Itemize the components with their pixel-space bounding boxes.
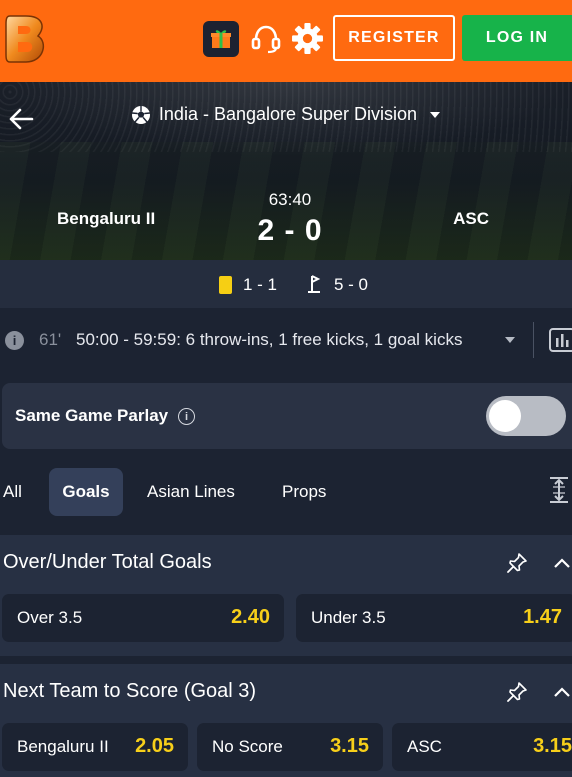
login-button[interactable]: LOG IN: [462, 15, 572, 61]
collapse-all-icon[interactable]: [548, 476, 570, 504]
chevron-up-icon[interactable]: [553, 557, 571, 569]
soccer-ball-icon: [131, 105, 150, 124]
league-selector[interactable]: India - Bangalore Super Division: [0, 104, 572, 125]
corners-count: 5 - 0: [334, 275, 369, 294]
gear-icon[interactable]: [291, 22, 324, 55]
odds-value: 3.15: [533, 735, 572, 757]
odds-value: 2.40: [231, 606, 270, 628]
chevron-up-icon[interactable]: [553, 686, 571, 698]
toggle-knob: [489, 400, 521, 432]
page: REGISTER LOG IN India - Bangalore Super …: [0, 0, 572, 777]
pin-icon[interactable]: [506, 552, 528, 574]
odds-label: Bengaluru II: [17, 737, 109, 756]
yellow-cards-count: 1 - 1: [243, 275, 278, 294]
odds-label: Over 3.5: [17, 608, 83, 627]
info-icon[interactable]: i: [178, 408, 195, 425]
market-title: Next Team to Score (Goal 3): [3, 680, 257, 702]
league-name: India - Bangalore Super Division: [158, 104, 418, 124]
commentary-text: 50:00 - 59:59: 6 throw-ins, 1 free kicks…: [76, 330, 463, 349]
brand-logo[interactable]: [4, 12, 48, 66]
headset-icon[interactable]: [250, 22, 282, 54]
odds-value: 3.15: [330, 735, 369, 757]
divider: [533, 322, 534, 358]
chevron-down-icon[interactable]: [504, 336, 516, 344]
gift-icon[interactable]: [203, 21, 239, 57]
corner-flag-icon: [308, 275, 321, 293]
odds-label: ASC: [407, 737, 442, 756]
commentary-minute: 61': [39, 330, 62, 349]
pin-icon[interactable]: [506, 681, 528, 703]
same-game-parlay-toggle[interactable]: [486, 396, 566, 436]
away-team-name: ASC: [453, 209, 489, 228]
same-game-parlay-label: Same Game Parlay: [15, 406, 169, 425]
match-stats-bar: [0, 260, 572, 308]
market-title: Over/Under Total Goals: [3, 551, 212, 573]
yellow-card-icon: [219, 276, 232, 294]
chevron-down-icon: [430, 111, 441, 118]
tab-props[interactable]: Props: [282, 482, 326, 502]
odds-button-bengaluru[interactable]: Bengaluru II 2.05: [2, 723, 188, 771]
info-icon: i: [5, 331, 24, 350]
register-button[interactable]: REGISTER: [333, 15, 455, 61]
match-clock: 63:40: [268, 190, 312, 209]
odds-value: 1.47: [523, 606, 562, 628]
bar-chart-icon[interactable]: [548, 327, 572, 353]
odds-button-asc[interactable]: ASC 3.15: [392, 723, 572, 771]
odds-label: No Score: [212, 737, 283, 756]
tab-goals[interactable]: Goals: [49, 468, 123, 516]
odds-value: 2.05: [135, 735, 174, 757]
odds-button-over[interactable]: Over 3.5 2.40: [2, 594, 284, 642]
odds-label: Under 3.5: [311, 608, 386, 627]
odds-button-under[interactable]: Under 3.5 1.47: [296, 594, 572, 642]
tab-all[interactable]: All: [3, 482, 22, 502]
odds-button-no-score[interactable]: No Score 3.15: [197, 723, 383, 771]
tab-asian-lines[interactable]: Asian Lines: [147, 482, 235, 502]
